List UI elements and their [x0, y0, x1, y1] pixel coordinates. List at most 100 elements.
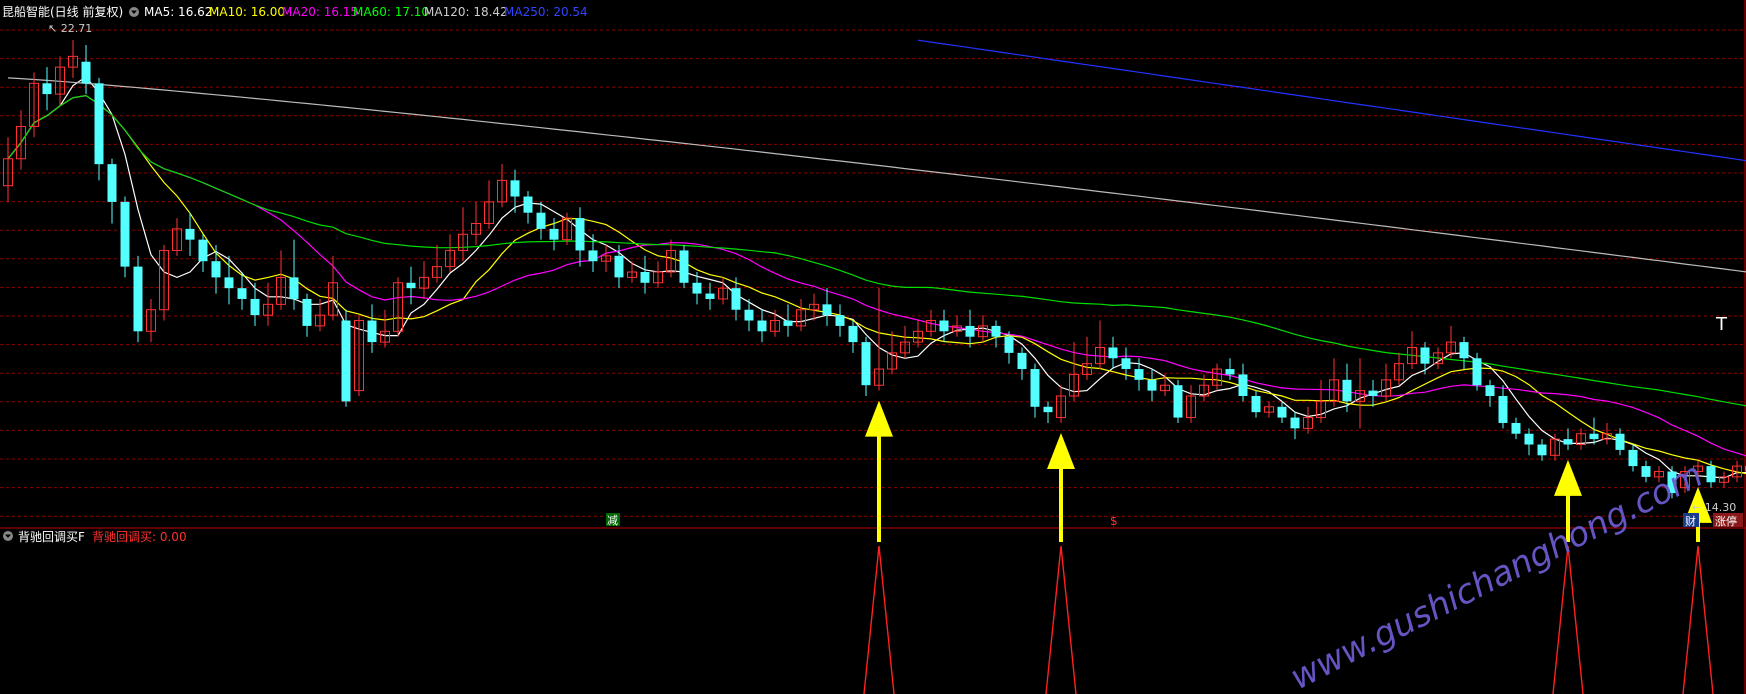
candle-body-down [1472, 358, 1482, 386]
candle-body-down [861, 342, 871, 386]
stock-chart: 昆船智能(日线 前复权) MA5: 16.62 MA10: 16.00 MA20… [0, 0, 1746, 694]
candle-body-down [237, 288, 247, 299]
ma120-label: MA120: 18.42 [424, 5, 508, 19]
ma120-line [7, 77, 1746, 273]
candle-body-down [757, 320, 767, 332]
candle-body-down [1368, 390, 1378, 396]
candle-body-down [965, 325, 975, 337]
candle-body-down [1017, 352, 1027, 370]
candle-body-down [588, 250, 598, 262]
candle-body-down [939, 320, 949, 332]
signal-spike [1045, 545, 1077, 694]
candle-body-down [783, 320, 793, 326]
candle-body-down [536, 212, 546, 229]
candle-body-down [835, 315, 845, 326]
candle-body-down [1511, 422, 1521, 434]
candle-body-down [640, 272, 650, 283]
candle-body-down [1030, 369, 1040, 407]
limit-up-badge[interactable]: 涨停 [1713, 513, 1743, 528]
candle-body-down [1706, 466, 1716, 483]
candle-body-down [224, 277, 234, 289]
candle-body-down [692, 282, 702, 294]
candle-body-down [848, 325, 858, 343]
candle-body-down [731, 288, 741, 310]
dollar-marker: $ [1110, 514, 1118, 528]
candle-body-down [107, 164, 117, 202]
signal-spike [863, 545, 895, 694]
candle-body-down [1134, 369, 1144, 380]
signal-spike [1552, 545, 1584, 694]
candle-body-down [120, 201, 130, 267]
arrow-head [1047, 432, 1075, 469]
ma250-line [917, 39, 1746, 162]
arrow-head [1554, 459, 1582, 496]
candle-body-down [822, 304, 832, 316]
candle-body-down [744, 309, 754, 321]
t-marker: T [1715, 314, 1728, 335]
candle-body-down [1251, 396, 1261, 413]
candle-body-down [1485, 385, 1495, 396]
candle-body-down [679, 250, 689, 283]
ma20-label: MA20: 16.15 [282, 5, 358, 19]
candle-body-down [211, 261, 221, 278]
candle-body-down [1537, 444, 1547, 456]
candle-body-down [523, 196, 533, 213]
candle-body-down [1004, 336, 1014, 353]
low-price-label: ← 14.30 [1692, 501, 1736, 514]
candle-body-down [1420, 347, 1430, 364]
settings-dropdown-icon[interactable] [129, 7, 139, 17]
candle-body-down [549, 228, 559, 240]
candle-body-down [1615, 433, 1625, 450]
candle-body-down [1173, 385, 1183, 418]
arrow-head [865, 400, 893, 437]
ma5-label: MA5: 16.62 [144, 5, 212, 19]
ma10-label: MA10: 16.00 [209, 5, 285, 19]
svg-text:减: 减 [607, 514, 618, 527]
candle-body-down [1563, 439, 1573, 445]
candle-body-down [250, 298, 260, 316]
candle-body-down [198, 239, 208, 262]
candle-body-down [1277, 406, 1287, 418]
price-gridlines [0, 29, 1746, 517]
candle-body-down [133, 266, 143, 332]
candle-body-down [510, 180, 520, 197]
svg-text:涨停: 涨停 [1715, 514, 1737, 528]
candle-body-down [1121, 358, 1131, 370]
finance-badge[interactable]: 财 [1683, 513, 1699, 528]
candle-body-down [289, 277, 299, 299]
candle-body-down [42, 83, 52, 95]
watermark: www.gushichanghong.com [1284, 455, 1709, 694]
candle-body-down [406, 282, 416, 289]
indicator-name: 背驰回调买F [18, 530, 85, 544]
candle-body-down [1524, 433, 1534, 445]
candle-body-down [81, 61, 91, 84]
indicator-value: 背驰回调买: 0.00 [92, 530, 187, 544]
candle-body-down [302, 298, 312, 326]
indicator-dropdown-icon[interactable] [3, 531, 13, 541]
candle-body-down [1589, 433, 1599, 440]
candle-body-down [614, 255, 624, 278]
signal-spike [1682, 545, 1714, 694]
candle-body-down [94, 83, 104, 165]
candle-body-down [367, 320, 377, 343]
reduce-marker: 减 [606, 513, 620, 527]
ma250-label: MA250: 20.54 [504, 5, 588, 19]
candle-body-down [1459, 342, 1469, 359]
candle-body-down [991, 325, 1001, 337]
candle-body-down [575, 218, 585, 251]
candle-body-down [341, 320, 351, 402]
candle-body-down [1225, 369, 1235, 375]
stock-title: 昆船智能(日线 前复权) [2, 4, 123, 19]
candle-body-down [705, 293, 715, 299]
candle-body-down [1108, 347, 1118, 359]
candle-body-down [185, 228, 195, 240]
candle-body-down [1238, 374, 1248, 396]
candle-body-down [1043, 406, 1053, 413]
candle-body-down [1290, 417, 1300, 429]
ma60-label: MA60: 17.10 [353, 5, 429, 19]
high-price-label: ↖ 22.71 [48, 22, 92, 35]
candle-body-down [1498, 396, 1508, 423]
candle-body-down [1342, 379, 1352, 402]
svg-text:财: 财 [1685, 514, 1696, 528]
candle-body-down [1628, 449, 1638, 467]
